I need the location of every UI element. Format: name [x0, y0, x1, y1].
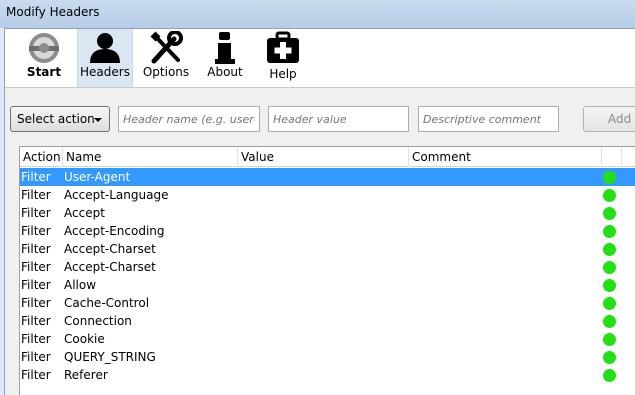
table-row[interactable]: Filter Accept-Language	[20, 186, 635, 204]
toolbar-label: About	[207, 65, 243, 79]
tools-icon	[148, 30, 184, 65]
toolbar-label: Start	[26, 65, 62, 79]
cell-name: QUERY_STRING	[64, 350, 156, 364]
table-row[interactable]: Filter Accept	[20, 204, 635, 222]
title-bar: Modify Headers	[0, 0, 635, 28]
action-select[interactable]: Select action	[10, 106, 110, 132]
status-indicator[interactable]	[603, 207, 616, 220]
status-indicator[interactable]	[603, 279, 616, 292]
options-button[interactable]: Options	[139, 29, 193, 87]
status-indicator[interactable]	[603, 225, 616, 238]
header-value-input[interactable]	[268, 106, 409, 132]
action-select-value: Select action	[17, 112, 95, 126]
status-indicator[interactable]	[603, 315, 616, 328]
first-aid-icon	[265, 31, 301, 65]
toolbar-label: Options	[142, 65, 190, 79]
table-row[interactable]: Filter Referer	[20, 366, 635, 384]
app-window: Start Headers Options About Help Select …	[4, 28, 635, 395]
table-row[interactable]: Filter Accept-Encoding	[20, 222, 635, 240]
add-button[interactable]: Add	[583, 106, 635, 132]
column-header-comment[interactable]: Comment	[409, 147, 602, 167]
cell-name: Cache-Control	[64, 296, 150, 310]
cell-action: Filter	[21, 188, 51, 202]
start-button[interactable]: Start	[15, 29, 73, 87]
cell-name: User-Agent	[64, 170, 131, 184]
cell-name: Accept-Charset	[64, 260, 156, 274]
cell-action: Filter	[21, 206, 51, 220]
column-header-value[interactable]: Value	[238, 147, 409, 167]
help-button[interactable]: Help	[257, 29, 309, 87]
cell-name: Referer	[64, 368, 108, 382]
headers-button[interactable]: Headers	[77, 29, 133, 87]
status-indicator[interactable]	[603, 243, 616, 256]
comment-field[interactable]	[419, 107, 558, 131]
status-indicator[interactable]	[603, 369, 616, 382]
cell-name: Accept-Encoding	[64, 224, 165, 238]
status-indicator[interactable]	[603, 351, 616, 364]
cell-name: Accept-Charset	[64, 242, 156, 256]
cell-action: Filter	[21, 368, 51, 382]
column-header-action[interactable]: Action	[20, 147, 63, 167]
about-button[interactable]: About	[199, 29, 251, 87]
cell-name: Accept	[64, 206, 105, 220]
toolbar-label: Headers	[80, 65, 130, 79]
toolbar-label: Help	[269, 67, 297, 81]
cell-action: Filter	[21, 296, 51, 310]
table-row[interactable]: Filter Accept-Charset	[20, 258, 635, 276]
cell-action: Filter	[21, 224, 51, 238]
column-header-name[interactable]: Name	[63, 147, 238, 167]
status-indicator[interactable]	[603, 261, 616, 274]
status-indicator[interactable]	[603, 333, 616, 346]
header-name-input[interactable]	[118, 106, 260, 132]
header-value-field[interactable]	[269, 107, 408, 131]
cell-name: Accept-Language	[64, 188, 169, 202]
table-header: Action Name Value Comment	[20, 147, 635, 167]
cell-name: Cookie	[64, 332, 105, 346]
cell-action: Filter	[21, 314, 51, 328]
status-indicator[interactable]	[603, 171, 616, 184]
user-icon	[87, 31, 123, 65]
cell-action: Filter	[21, 332, 51, 346]
header-name-field[interactable]	[119, 107, 259, 131]
cell-action: Filter	[21, 350, 51, 364]
toolbar: Start Headers Options About Help	[5, 29, 635, 87]
table-row[interactable]: Filter QUERY_STRING	[20, 348, 635, 366]
cell-action: Filter	[21, 242, 51, 256]
start-icon	[26, 31, 62, 65]
comment-input[interactable]	[418, 106, 559, 132]
table-body: Filter User-Agent Filter Accept-Language…	[20, 168, 635, 384]
cell-action: Filter	[21, 278, 51, 292]
column-header-status[interactable]	[602, 147, 622, 167]
status-indicator[interactable]	[603, 297, 616, 310]
table-row[interactable]: Filter Connection	[20, 312, 635, 330]
status-indicator[interactable]	[603, 189, 616, 202]
chevron-down-icon	[94, 118, 102, 122]
table-row[interactable]: Filter Cookie	[20, 330, 635, 348]
cell-name: Allow	[64, 278, 97, 292]
headers-table: Action Name Value Comment Filter User-Ag…	[19, 146, 635, 395]
cell-action: Filter	[21, 260, 51, 274]
table-row[interactable]: Filter Cache-Control	[20, 294, 635, 312]
table-row[interactable]: Filter Allow	[20, 276, 635, 294]
window-title: Modify Headers	[6, 5, 100, 19]
cell-action: Filter	[21, 170, 51, 184]
table-row[interactable]: Filter Accept-Charset	[20, 240, 635, 258]
info-icon	[207, 31, 243, 65]
cell-name: Connection	[64, 314, 132, 328]
table-row[interactable]: Filter User-Agent	[20, 168, 635, 186]
headers-panel: Select action Add Action Name Value Comm…	[5, 87, 635, 395]
